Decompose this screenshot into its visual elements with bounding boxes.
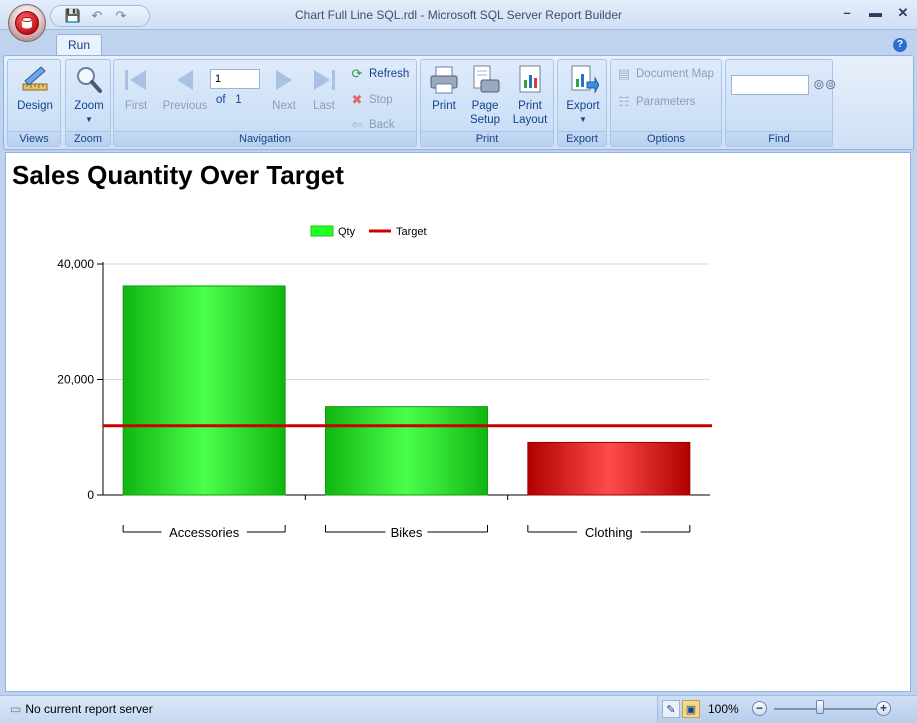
parameters-button[interactable]: ☷ Parameters	[617, 93, 695, 111]
refresh-icon: ⟳	[351, 66, 363, 81]
window-title: Chart Full Line SQL.rdl - Microsoft SQL …	[294, 8, 622, 22]
previous-page-button[interactable]: Previous	[158, 64, 212, 113]
design-view-icon[interactable]: ✎	[662, 700, 680, 718]
export-button[interactable]: Export ▼	[561, 64, 605, 127]
zoom-slider-track[interactable]	[774, 708, 880, 710]
page-count-label: of 1	[216, 94, 242, 106]
views-group: Design Views	[7, 59, 61, 147]
page-setup-button[interactable]: Page Setup	[465, 64, 505, 127]
bar-clothing	[527, 441, 691, 496]
category-label: Bikes	[391, 525, 423, 540]
export-group: Export ▼ Export	[557, 59, 607, 147]
next-page-icon	[268, 64, 300, 96]
navigation-group: First Previous of 1 Next Last ⟳ Refres	[113, 59, 417, 147]
bar-accessories	[122, 285, 286, 496]
tab-run[interactable]: Run	[56, 34, 102, 57]
zoom-slider-thumb[interactable]	[816, 700, 824, 714]
legend-label-qty: Qty	[338, 226, 356, 238]
legend-swatch-qty	[310, 225, 334, 237]
report-viewer: Sales Quantity Over Target 0 20,000 40,000…	[5, 152, 911, 692]
last-page-button[interactable]: Last	[306, 64, 342, 113]
find-group: ⊚⊚ Find	[725, 59, 836, 147]
zoom-button[interactable]: Zoom ▼	[68, 64, 110, 127]
status-zoom-area: ✎ ▣ 100% − +	[657, 696, 917, 723]
back-arrow-icon: ⇦	[351, 117, 363, 132]
print-layout-icon	[514, 64, 546, 96]
stop-button[interactable]: ✖ Stop	[350, 91, 393, 109]
document-map-icon: ▤	[617, 66, 631, 81]
minimize-button[interactable]: –	[841, 6, 853, 20]
design-icon	[19, 64, 51, 96]
next-page-button[interactable]: Next	[266, 64, 302, 113]
previous-page-icon	[169, 64, 201, 96]
options-group-label: Options	[611, 131, 721, 146]
server-icon: ▭	[10, 702, 22, 716]
export-group-label: Export	[558, 131, 606, 146]
category-label: Accessories	[169, 525, 240, 540]
print-button[interactable]: Print	[425, 64, 463, 113]
stop-icon: ✖	[351, 92, 363, 107]
y-tick-label: 40,000	[57, 257, 94, 271]
chart: 0 20,000 40,000 Accessories Bikes Clothing Qty…	[57, 225, 712, 540]
options-group: ▤ Document Map ☷ Parameters Options	[610, 59, 722, 147]
print-group-label: Print	[421, 131, 553, 146]
zoom-group: Zoom ▼ Zoom	[65, 59, 111, 147]
export-icon	[567, 64, 600, 96]
zoom-group-label: Zoom	[66, 131, 110, 146]
ribbon: Design Views Zoom ▼ Zoom First Previous …	[3, 55, 914, 150]
title-bar: 💾 ↶ ↷ Chart Full Line SQL.rdl - Microsof…	[0, 0, 917, 30]
zoom-level: 100%	[708, 702, 739, 716]
y-tick-label: 0	[87, 488, 94, 502]
parameters-icon: ☷	[618, 94, 630, 109]
application-menu-button[interactable]	[8, 4, 46, 42]
binoculars-icon[interactable]: ⊚⊚	[813, 76, 836, 93]
design-button[interactable]: Design	[12, 64, 58, 113]
zoom-in-button[interactable]: +	[876, 701, 891, 716]
navigation-group-label: Navigation	[114, 131, 416, 146]
page-number-input[interactable]	[210, 69, 260, 89]
bar-bikes	[325, 406, 488, 496]
document-map-button[interactable]: ▤ Document Map	[617, 65, 714, 83]
run-view-icon[interactable]: ▣	[682, 700, 700, 718]
find-group-label: Find	[726, 131, 832, 146]
export-dropdown-arrow-icon: ▼	[579, 115, 587, 124]
print-group: Print Page Setup Print Layout Print	[420, 59, 554, 147]
first-page-button[interactable]: First	[118, 64, 154, 113]
y-tick-label: 20,000	[57, 373, 94, 387]
printer-icon	[428, 64, 460, 96]
first-page-icon	[120, 64, 152, 96]
zoom-dropdown-arrow-icon: ▼	[85, 115, 93, 124]
refresh-button[interactable]: ⟳ Refresh	[350, 65, 410, 83]
magnifier-icon	[73, 64, 105, 96]
zoom-out-button[interactable]: −	[752, 701, 767, 716]
help-icon[interactable]: ?	[893, 38, 907, 52]
print-layout-button[interactable]: Print Layout	[509, 64, 551, 127]
views-group-label: Views	[8, 131, 60, 146]
ribbon-tab-row: Run ?	[0, 30, 917, 57]
close-button[interactable]: ✕	[897, 6, 909, 20]
category-label: Clothing	[585, 525, 633, 540]
page-setup-icon	[469, 64, 501, 96]
status-bar: ▭ No current report server ✎ ▣ 100% − +	[0, 695, 917, 723]
report-builder-logo-icon	[15, 11, 39, 35]
status-message: ▭ No current report server	[10, 702, 153, 716]
find-input[interactable]	[731, 75, 809, 95]
legend-label-target: Target	[396, 226, 427, 238]
last-page-icon	[308, 64, 340, 96]
maximize-button[interactable]: ▬	[869, 6, 882, 20]
